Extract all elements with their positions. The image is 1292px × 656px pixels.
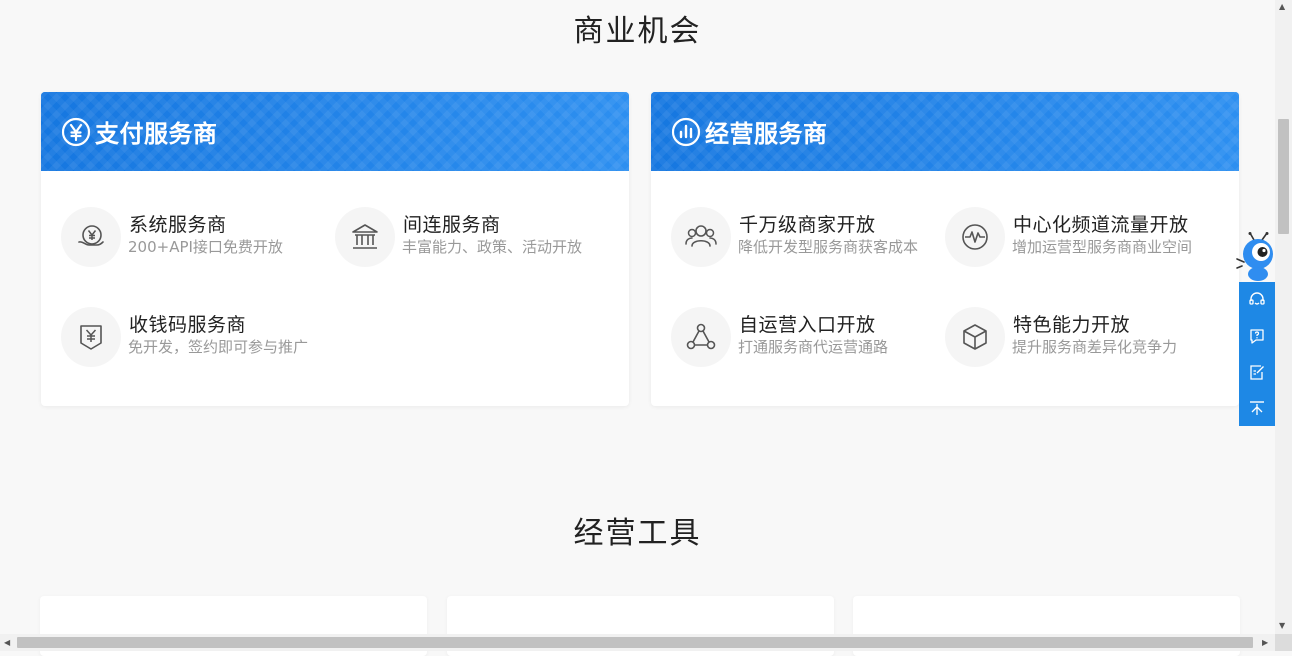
item-title: 间连服务商 [403, 214, 501, 236]
bank-icon [352, 224, 378, 249]
scroll-down-arrow-icon[interactable]: ▼ [1279, 622, 1285, 630]
item-special-ability[interactable]: 特色能力开放 提升服务商差异化竞争力 [945, 307, 1215, 369]
ant-mascot-icon[interactable] [1234, 232, 1278, 284]
bar-chart-circle-icon [671, 117, 701, 147]
card-header: 支付服务商 [41, 92, 629, 171]
users-icon [685, 225, 717, 247]
scrollbar-corner [1275, 634, 1292, 651]
item-desc: 免开发，签约即可参与推广 [128, 338, 309, 356]
feedback-icon [1250, 365, 1264, 380]
card-title: 经营服务商 [705, 120, 828, 148]
back-to-top-icon [1250, 401, 1264, 415]
item-desc: 提升服务商差异化竞争力 [1012, 338, 1178, 356]
item-title: 特色能力开放 [1013, 314, 1131, 336]
yen-coin-hand-icon [78, 225, 104, 246]
item-title: 系统服务商 [129, 214, 227, 236]
yen-circle-icon [61, 117, 91, 147]
item-desc: 200+API接口免费开放 [128, 238, 283, 256]
scroll-right-arrow-icon[interactable]: ▶ [1262, 639, 1268, 647]
item-qr-provider[interactable]: 收钱码服务商 免开发，签约即可参与推广 [61, 307, 331, 369]
item-desc: 丰富能力、政策、活动开放 [402, 238, 583, 256]
float-action-bar [1239, 282, 1275, 426]
network-icon [686, 323, 716, 350]
item-desc: 增加运营型服务商商业空间 [1012, 238, 1193, 256]
item-desc: 打通服务商代运营通路 [738, 338, 889, 356]
cube-icon [963, 324, 987, 350]
back-to-top-button[interactable] [1239, 390, 1275, 426]
item-title: 收钱码服务商 [129, 314, 247, 336]
horizontal-scroll-thumb[interactable] [17, 637, 1253, 648]
help-icon [1250, 329, 1264, 344]
yen-code-icon [80, 325, 102, 350]
item-indirect-provider[interactable]: 间连服务商 丰富能力、政策、活动开放 [335, 207, 605, 269]
help-button[interactable] [1239, 318, 1275, 354]
scroll-up-arrow-icon[interactable]: ▲ [1279, 3, 1285, 11]
card-title: 支付服务商 [95, 120, 218, 148]
item-desc: 降低开发型服务商获客成本 [738, 238, 919, 256]
item-merchant-open[interactable]: 千万级商家开放 降低开发型服务商获客成本 [671, 207, 941, 269]
item-channel-traffic[interactable]: 中心化频道流量开放 增加运营型服务商商业空间 [945, 207, 1215, 269]
item-title: 千万级商家开放 [739, 214, 876, 236]
vertical-scrollbar[interactable]: ▲ ▼ [1275, 0, 1292, 634]
feedback-button[interactable] [1239, 354, 1275, 390]
vertical-scroll-thumb[interactable] [1278, 119, 1289, 234]
item-system-provider[interactable]: 系统服务商 200+API接口免费开放 [61, 207, 331, 269]
card-header: 经营服务商 [651, 92, 1239, 171]
card-operation-provider: 经营服务商 千万级商家开放 降低开发型服务商获客成本 中心化频道流量开放 增加运… [651, 92, 1239, 406]
horizontal-scrollbar[interactable]: ◀ ▶ [0, 634, 1275, 651]
pulse-icon [962, 224, 988, 250]
section-title-tools: 经营工具 [573, 516, 702, 551]
customer-service-button[interactable] [1239, 282, 1275, 318]
item-title: 中心化频道流量开放 [1013, 214, 1189, 236]
card-payment-provider: 支付服务商 系统服务商 200+API接口免费开放 间连服务商 丰富能力、政策、… [41, 92, 629, 406]
item-title: 自运营入口开放 [739, 314, 876, 336]
scroll-left-arrow-icon[interactable]: ◀ [4, 639, 10, 647]
customer-service-icon [1249, 292, 1265, 305]
section-title-opportunity: 商业机会 [573, 14, 702, 49]
item-self-operation[interactable]: 自运营入口开放 打通服务商代运营通路 [671, 307, 941, 369]
